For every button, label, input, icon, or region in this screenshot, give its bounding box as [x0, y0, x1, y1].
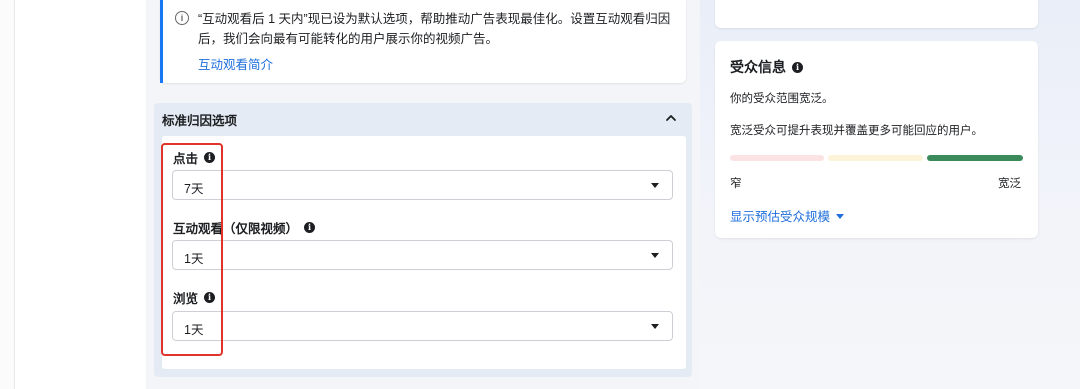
- info-icon[interactable]: i: [304, 222, 316, 233]
- info-icon[interactable]: i: [792, 61, 803, 73]
- info-banner-text: “互动观看后 1 天内”现已设为默认选项，帮助推动广告表现最佳化。设置互动观看归…: [198, 12, 671, 46]
- meter-broad-label: 宽泛: [998, 178, 1021, 190]
- left-panel-edge: [0, 0, 15, 389]
- show-audience-size-text: 显示预估受众规模: [730, 210, 831, 224]
- meter-narrow-label: 窄: [730, 178, 742, 190]
- engaged-view-intro-link[interactable]: 互动观看简介: [198, 54, 273, 73]
- audience-meter-broad-segment: [927, 155, 1023, 161]
- audience-meter-mid-segment: [828, 155, 923, 161]
- audience-summary: 你的受众范围宽泛。: [730, 93, 834, 105]
- show-audience-size-link[interactable]: 显示预估受众规模: [730, 206, 845, 225]
- audience-description: 宽泛受众可提升表现并覆盖更多可能回应的用户。: [730, 125, 983, 137]
- audience-meter-narrow-segment: [730, 155, 824, 161]
- audience-title-text: 受众信息: [730, 59, 786, 75]
- info-circle-icon: i: [175, 11, 189, 25]
- click-attribution-select[interactable]: 7天: [172, 170, 673, 200]
- chevron-up-icon[interactable]: [664, 111, 678, 125]
- dropdown-caret-icon: [651, 183, 659, 188]
- attribution-accordion-title[interactable]: 标准归因选项: [162, 110, 237, 129]
- highlight-annotation-box: [161, 143, 223, 356]
- caret-down-icon: [836, 214, 845, 219]
- audience-info-title: 受众信息 i: [730, 57, 803, 77]
- dropdown-caret-icon: [651, 253, 659, 258]
- previous-card: [715, 0, 1038, 28]
- view-attribution-select[interactable]: 1天: [172, 311, 673, 341]
- engaged-view-attribution-select[interactable]: 1天: [172, 240, 673, 270]
- dropdown-caret-icon: [651, 324, 659, 329]
- info-banner-accent-bar: [160, 0, 163, 83]
